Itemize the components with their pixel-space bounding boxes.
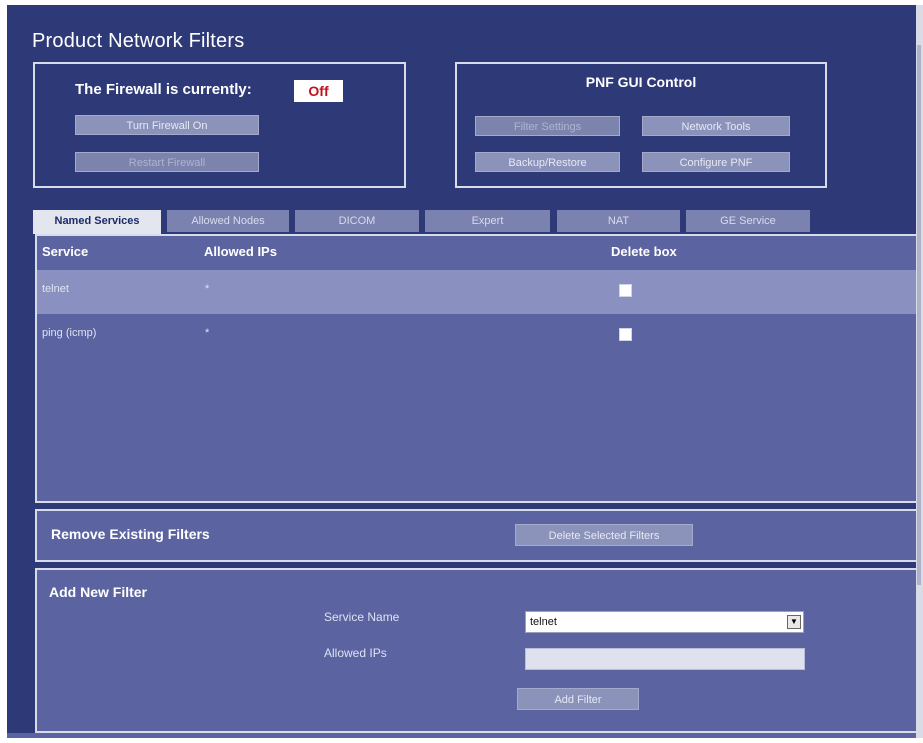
- add-filter-button[interactable]: Add Filter: [517, 688, 639, 710]
- service-name-select[interactable]: telnet ▼: [525, 611, 804, 633]
- delete-selected-filters-button[interactable]: Delete Selected Filters: [515, 524, 693, 546]
- pnf-window: Product Network Filters The Firewall is …: [7, 5, 916, 738]
- scrollbar-thumb[interactable]: [917, 45, 921, 585]
- configure-pnf-button[interactable]: Configure PNF: [642, 152, 790, 172]
- service-name-cell: ping (icmp): [42, 327, 97, 339]
- backup-restore-button[interactable]: Backup/Restore: [475, 152, 620, 172]
- chevron-down-icon[interactable]: ▼: [787, 615, 801, 629]
- table-row[interactable]: telnet *: [37, 270, 916, 314]
- table-row[interactable]: ping (icmp) *: [37, 314, 916, 358]
- column-header-delete-box: Delete box: [611, 244, 677, 259]
- service-name-cell: telnet: [42, 283, 69, 295]
- remove-filters-section: Remove Existing Filters Delete Selected …: [35, 509, 916, 562]
- named-services-table: Service Allowed IPs Delete box telnet * …: [35, 234, 916, 503]
- vertical-scrollbar[interactable]: [916, 5, 923, 738]
- filter-settings-button[interactable]: Filter Settings: [475, 116, 620, 136]
- tab-dicom[interactable]: DICOM: [295, 210, 419, 232]
- column-header-allowed-ips: Allowed IPs: [204, 244, 277, 259]
- turn-firewall-on-button[interactable]: Turn Firewall On: [75, 115, 259, 135]
- allowed-ips-cell: *: [205, 327, 210, 339]
- remove-filters-title: Remove Existing Filters: [51, 526, 210, 542]
- restart-firewall-button[interactable]: Restart Firewall: [75, 152, 259, 172]
- allowed-ips-cell: *: [205, 283, 210, 295]
- tab-expert[interactable]: Expert: [425, 210, 550, 232]
- allowed-ips-label: Allowed IPs: [324, 646, 387, 660]
- bottom-edge: [7, 733, 916, 738]
- delete-checkbox[interactable]: [619, 328, 632, 341]
- tab-allowed-nodes[interactable]: Allowed Nodes: [167, 210, 289, 232]
- tab-nat[interactable]: NAT: [557, 210, 680, 232]
- add-filter-section: Add New Filter Service Name telnet ▼ All…: [35, 568, 916, 733]
- service-name-label: Service Name: [324, 610, 400, 624]
- column-header-service: Service: [42, 244, 89, 259]
- firewall-status-badge: Off: [294, 80, 343, 102]
- delete-checkbox[interactable]: [619, 284, 632, 297]
- firewall-status-box: The Firewall is currently: Off Turn Fire…: [33, 62, 406, 188]
- add-filter-title: Add New Filter: [49, 584, 148, 600]
- page-title: Product Network Filters: [32, 30, 245, 52]
- firewall-status-label: The Firewall is currently:: [75, 81, 252, 98]
- tab-named-services[interactable]: Named Services: [33, 210, 161, 234]
- allowed-ips-input[interactable]: [525, 648, 805, 670]
- tab-ge-service[interactable]: GE Service: [686, 210, 810, 232]
- pnf-gui-control-title: PNF GUI Control: [585, 74, 697, 90]
- pnf-gui-control-box: PNF GUI Control Filter Settings Network …: [455, 62, 827, 188]
- service-name-select-value: telnet: [530, 616, 557, 628]
- tab-bar: Named Services Allowed Nodes DICOM Exper…: [33, 210, 913, 234]
- network-tools-button[interactable]: Network Tools: [642, 116, 790, 136]
